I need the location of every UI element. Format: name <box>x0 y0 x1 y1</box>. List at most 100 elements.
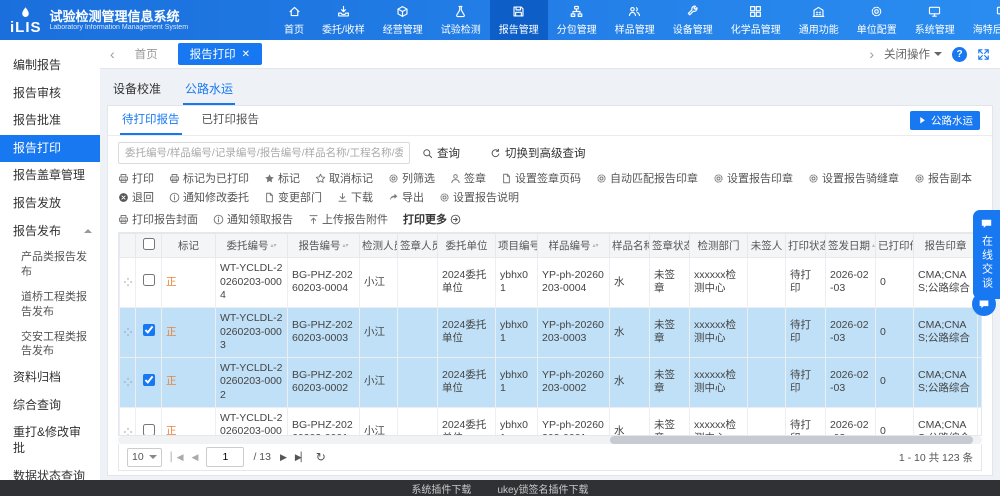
tool-button[interactable]: 通知领取报告 <box>213 211 293 227</box>
search-input[interactable] <box>118 142 410 164</box>
sidebar-item[interactable]: 综合查询 <box>0 392 100 420</box>
fullscreen-icon[interactable] <box>977 48 990 61</box>
column-header[interactable]: 项目编号▴▾ <box>496 234 538 258</box>
tool-button[interactable]: 打印 <box>118 170 154 186</box>
nav-item-monitor[interactable]: 海特后台管理 <box>964 0 1000 40</box>
tool-button[interactable]: 签章 <box>450 170 486 186</box>
tool-button[interactable]: 设置报告印章 <box>713 170 793 186</box>
nav-item-wrench[interactable]: 设备管理 <box>664 0 722 40</box>
query-button[interactable]: 查询 <box>422 145 460 161</box>
category-tab[interactable]: 公路水运 <box>183 76 235 105</box>
nav-item-grid[interactable]: 化学品管理 <box>722 0 790 40</box>
table-row[interactable]: 正WT-YCLDL-20260203-0004BG-PHZ-20260203-0… <box>120 258 983 308</box>
sidebar-item[interactable]: 报告发布 <box>0 218 100 246</box>
sidebar-subitem[interactable]: 交安工程类报告发布 <box>0 325 100 365</box>
nav-item-inbox[interactable]: 委托/收样 <box>313 0 374 40</box>
page-input[interactable] <box>206 447 244 467</box>
tool-button[interactable]: 标记为已打印 <box>169 170 249 186</box>
table-row[interactable]: 正WT-YCLDL-20260203-0001BG-PHZ-20260203-0… <box>120 407 983 436</box>
sort-icon[interactable]: ▴▾ <box>872 244 876 249</box>
tabs-scroll-right-icon[interactable]: › <box>869 47 874 61</box>
row-checkbox[interactable] <box>143 274 155 286</box>
print-state-tab[interactable]: 已打印报告 <box>200 106 262 135</box>
nav-item-home[interactable]: 首页 <box>275 0 313 40</box>
column-header[interactable]: 委托编号▴▾ <box>216 234 288 258</box>
print-state-tab[interactable]: 待打印报告 <box>120 106 182 135</box>
nav-item-flask[interactable]: 试验检测 <box>432 0 490 40</box>
sidebar-item[interactable]: 报告发放 <box>0 190 100 218</box>
help-button[interactable]: ? <box>952 47 967 62</box>
print-more-button[interactable]: 打印更多 <box>403 211 461 227</box>
nav-item-building[interactable]: 通用功能 <box>790 0 848 40</box>
sidebar-item[interactable]: 报告打印 <box>0 135 100 163</box>
column-header[interactable]: 签发日期▴▾ <box>826 234 876 258</box>
tool-button[interactable]: 下载 <box>337 189 373 205</box>
online-chat-button[interactable]: 在线交谈 <box>973 210 1000 299</box>
next-page-button[interactable]: ▶ <box>280 452 286 463</box>
tool-button[interactable]: 取消标记 <box>315 170 373 186</box>
category-tab[interactable]: 设备校准 <box>111 76 163 105</box>
nav-item-users[interactable]: 样品管理 <box>606 0 664 40</box>
tool-button[interactable]: 设置签章页码 <box>501 170 581 186</box>
horizontal-scrollbar-thumb[interactable] <box>610 436 973 444</box>
column-header[interactable]: 样品编号▴▾ <box>538 234 610 258</box>
nav-item-package[interactable]: 经营管理 <box>374 0 432 40</box>
last-page-button[interactable]: ▶▏ <box>295 452 307 463</box>
tool-button[interactable]: 设置报告说明 <box>439 189 519 205</box>
sidebar-item[interactable]: 资料归档 <box>0 364 100 392</box>
tool-button[interactable]: 自动匹配报告印章 <box>596 170 698 186</box>
sidebar-item[interactable]: 报告批准 <box>0 107 100 135</box>
tool-button[interactable]: 列筛选 <box>388 170 435 186</box>
tab-home[interactable]: 首页 <box>123 43 170 65</box>
tabs-scroll-left-icon[interactable]: ‹ <box>110 47 115 61</box>
nav-item-save[interactable]: 报告管理 <box>490 0 548 40</box>
top-nav: 首页委托/收样经营管理试验检测报告管理分包管理样品管理设备管理化学品管理通用功能… <box>275 0 1000 40</box>
close-operations-dropdown[interactable]: 关闭操作 <box>884 46 942 62</box>
sidebar-item[interactable]: 报告审核 <box>0 80 100 108</box>
nav-item-gear[interactable]: 单位配置 <box>848 0 906 40</box>
save-icon <box>512 5 525 18</box>
refresh-icon[interactable]: ↻ <box>316 450 326 464</box>
first-page-button[interactable]: ▏◀ <box>171 452 183 463</box>
close-tab-icon[interactable]: ✕ <box>242 49 250 60</box>
footer-link[interactable]: 系统插件下载 <box>411 481 471 496</box>
horizontal-scrollbar-track[interactable] <box>118 436 982 444</box>
sort-icon[interactable]: ▴▾ <box>592 244 598 249</box>
sort-icon[interactable]: ▴▾ <box>342 244 348 249</box>
advanced-search-toggle[interactable]: 切换到高级查询 <box>490 145 586 161</box>
row-checkbox[interactable] <box>143 374 155 386</box>
sidebar-item-label: 报告批准 <box>13 113 61 129</box>
tool-button[interactable]: 设置报告骑缝章 <box>808 170 899 186</box>
sidebar-subitem[interactable]: 产品类报告发布 <box>0 245 100 285</box>
select-all-checkbox[interactable] <box>143 238 155 250</box>
row-checkbox[interactable] <box>143 324 155 336</box>
gear-icon <box>596 173 607 184</box>
nav-item-sitemap[interactable]: 分包管理 <box>548 0 606 40</box>
chat-bubble-button[interactable] <box>972 292 996 316</box>
sort-icon[interactable]: ▴▾ <box>270 244 276 249</box>
table-row[interactable]: 正WT-YCLDL-20260203-0002BG-PHZ-20260203-0… <box>120 357 983 407</box>
tool-button[interactable]: 打印报告封面 <box>118 211 198 227</box>
sidebar-item[interactable]: 数据状态查询 <box>0 463 100 480</box>
sidebar-subitem[interactable]: 道桥工程类报告发布 <box>0 285 100 325</box>
tool-button[interactable]: 导出 <box>388 189 424 205</box>
sidebar-item[interactable]: 重打&修改审批 <box>0 419 100 462</box>
row-checkbox[interactable] <box>143 424 155 436</box>
page-size-select[interactable]: 10 <box>127 448 162 467</box>
sidebar-item[interactable]: 报告盖章管理 <box>0 162 100 190</box>
tool-button[interactable]: 上传报告附件 <box>308 211 388 227</box>
table-row[interactable]: 正WT-YCLDL-20260203-0003BG-PHZ-20260203-0… <box>120 307 983 357</box>
sidebar-item[interactable]: 编制报告 <box>0 52 100 80</box>
sidebar-item-label: 编制报告 <box>13 58 61 74</box>
column-header[interactable]: 报告编号▴▾ <box>288 234 360 258</box>
nav-item-monitor[interactable]: 系统管理 <box>906 0 964 40</box>
tool-button[interactable]: 变更部门 <box>264 189 322 205</box>
tab-report-print[interactable]: 报告打印 ✕ <box>178 43 262 65</box>
tool-button[interactable]: 退回 <box>118 189 154 205</box>
tool-button[interactable]: 报告副本 <box>914 170 972 186</box>
tool-button[interactable]: 通知修改委托 <box>169 189 249 205</box>
tool-button[interactable]: 标记 <box>264 170 300 186</box>
prev-page-button[interactable]: ◀ <box>192 452 198 463</box>
highway-water-tag-button[interactable]: 公路水运 <box>910 111 981 130</box>
footer-link[interactable]: ukey锁签名插件下载 <box>497 481 588 496</box>
